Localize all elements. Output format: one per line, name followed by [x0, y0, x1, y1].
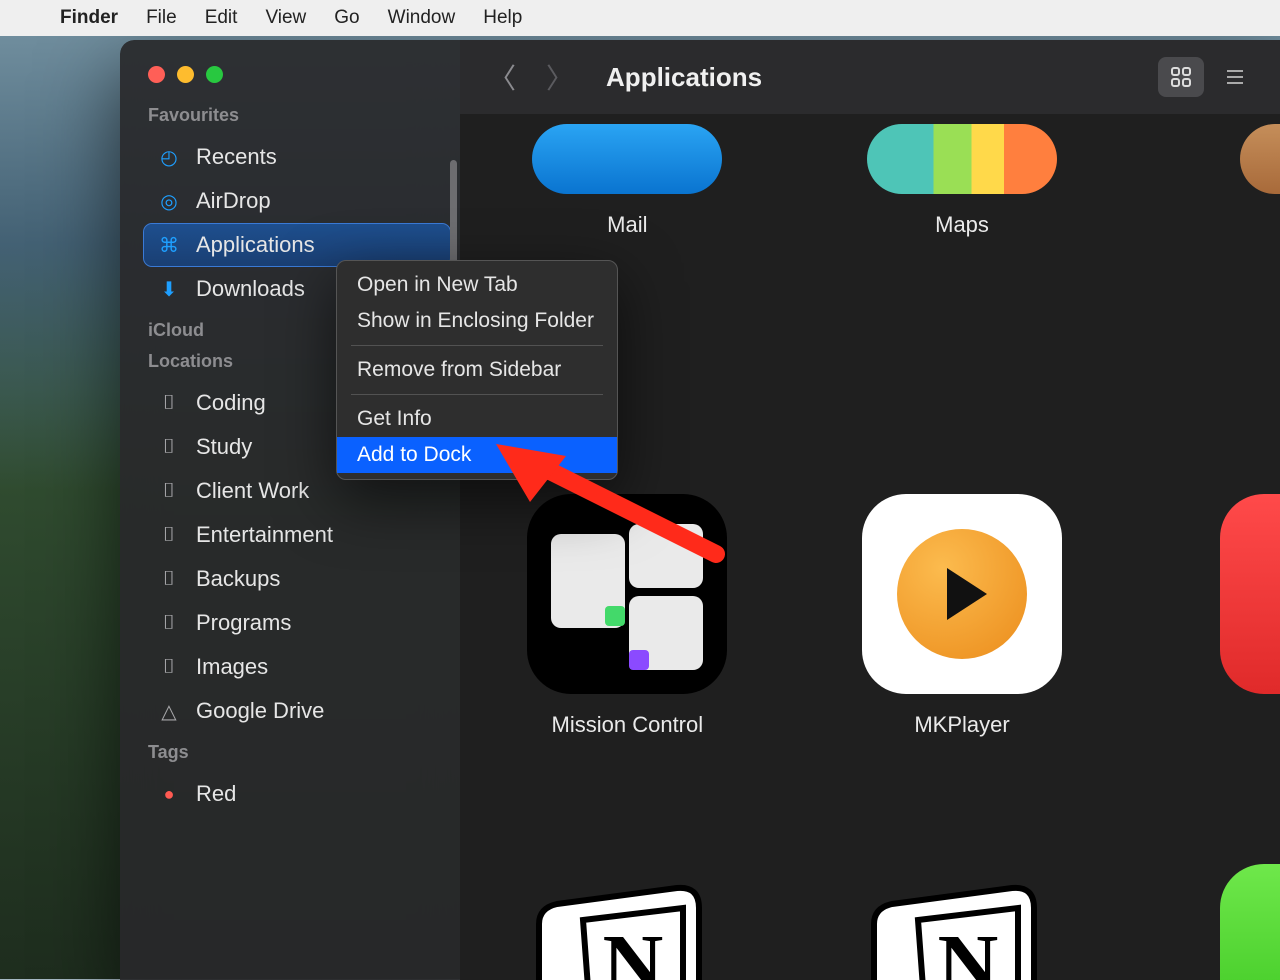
- notion-icon: N: [527, 864, 727, 980]
- menu-edit[interactable]: Edit: [205, 7, 238, 29]
- sidebar-item-label: Entertainment: [196, 522, 333, 548]
- sidebar-header-tags: Tags: [148, 742, 450, 763]
- back-button[interactable]: 〈: [482, 53, 522, 101]
- notion-icon: N: [862, 864, 1062, 980]
- unknown-app-icon: [1240, 124, 1280, 194]
- menu-view[interactable]: View: [265, 7, 306, 29]
- disk-icon: ⌷: [156, 436, 182, 459]
- sidebar-item-google-drive[interactable]: △ Google Drive: [144, 690, 450, 732]
- app-notion[interactable]: N Notion: [460, 864, 795, 980]
- app-label: MKPlayer: [914, 712, 1009, 738]
- clock-icon: ◴: [156, 145, 182, 170]
- applications-icon: ⌘: [156, 233, 182, 258]
- disk-icon: ⌷: [156, 656, 182, 679]
- sidebar-item-label: Applications: [196, 232, 315, 258]
- sidebar-item-label: Study: [196, 434, 252, 460]
- download-icon: ⬇: [156, 277, 182, 302]
- app-partial-right-2[interactable]: [1220, 494, 1280, 694]
- ctx-separator: [351, 394, 603, 395]
- sidebar-item-label: Downloads: [196, 276, 305, 302]
- sidebar-item-programs[interactable]: ⌷ Programs: [144, 602, 450, 644]
- ctx-get-info[interactable]: Get Info: [337, 401, 617, 437]
- svg-text:N: N: [603, 918, 664, 980]
- sidebar-item-backups[interactable]: ⌷ Backups: [144, 558, 450, 600]
- maps-icon: [867, 124, 1057, 194]
- menu-file[interactable]: File: [146, 7, 177, 29]
- sidebar-item-label: Recents: [196, 144, 277, 170]
- zoom-button[interactable]: [206, 66, 223, 83]
- close-button[interactable]: [148, 66, 165, 83]
- disk-icon: ⌷: [156, 612, 182, 635]
- ctx-separator: [351, 345, 603, 346]
- finder-toolbar: 〈 〉 Applications: [460, 40, 1280, 114]
- finder-sidebar: Favourites ◴ Recents ◎ AirDrop ⌘ Applica…: [120, 40, 460, 980]
- unknown-app-icon: [1220, 864, 1280, 980]
- minimize-button[interactable]: [177, 66, 194, 83]
- disk-icon: ⌷: [156, 568, 182, 591]
- sidebar-item-label: AirDrop: [196, 188, 271, 214]
- sidebar-item-airdrop[interactable]: ◎ AirDrop: [144, 180, 450, 222]
- sidebar-item-label: Google Drive: [196, 698, 324, 724]
- sidebar-item-label: Client Work: [196, 478, 309, 504]
- sidebar-section-tags: Tags ● Red: [144, 742, 450, 815]
- annotation-arrow: [486, 444, 726, 569]
- menu-help[interactable]: Help: [483, 7, 522, 29]
- gdrive-icon: △: [156, 699, 182, 724]
- menu-go[interactable]: Go: [334, 7, 359, 29]
- ctx-show-enclosing[interactable]: Show in Enclosing Folder: [337, 303, 617, 339]
- list-view-button[interactable]: [1212, 57, 1258, 97]
- grid-icon: [1169, 65, 1193, 89]
- list-icon: [1223, 65, 1247, 89]
- app-maps[interactable]: Maps: [795, 124, 1130, 238]
- disk-icon: ⌷: [156, 524, 182, 547]
- ctx-remove-sidebar[interactable]: Remove from Sidebar: [337, 352, 617, 388]
- app-label: Maps: [935, 212, 989, 238]
- sidebar-item-images[interactable]: ⌷ Images: [144, 646, 450, 688]
- tag-dot-icon: ●: [156, 784, 182, 805]
- sidebar-item-tag-red[interactable]: ● Red: [144, 773, 450, 815]
- ctx-open-new-tab[interactable]: Open in New Tab: [337, 267, 617, 303]
- window-title: Applications: [606, 62, 762, 93]
- app-partial-right-3[interactable]: [1220, 864, 1280, 980]
- window-controls: [148, 66, 450, 83]
- sidebar-item-label: Backups: [196, 566, 280, 592]
- app-mkplayer[interactable]: MKPlayer: [795, 494, 1130, 738]
- sidebar-item-label: Red: [196, 781, 236, 807]
- app-mail[interactable]: Mail: [460, 124, 795, 238]
- sidebar-item-recents[interactable]: ◴ Recents: [144, 136, 450, 178]
- app-notion-2[interactable]: N Notion 2: [795, 864, 1130, 980]
- app-label: Mail: [607, 212, 647, 238]
- disk-icon: ⌷: [156, 392, 182, 415]
- menubar: Finder File Edit View Go Window Help: [0, 0, 1280, 36]
- unknown-app-icon: [1220, 494, 1280, 694]
- sidebar-item-label: Coding: [196, 390, 266, 416]
- app-label: Mission Control: [552, 712, 704, 738]
- app-partial-right[interactable]: [1240, 124, 1280, 194]
- airdrop-icon: ◎: [156, 189, 182, 214]
- sidebar-item-label: Programs: [196, 610, 291, 636]
- sidebar-item-entertainment[interactable]: ⌷ Entertainment: [144, 514, 450, 556]
- disk-icon: ⌷: [156, 480, 182, 503]
- mkplayer-icon: [862, 494, 1062, 694]
- mail-icon: [532, 124, 722, 194]
- sidebar-item-label: Images: [196, 654, 268, 680]
- menu-window[interactable]: Window: [388, 7, 456, 29]
- icon-view-button[interactable]: [1158, 57, 1204, 97]
- svg-text:N: N: [938, 918, 999, 980]
- view-mode-toggle: [1158, 57, 1258, 97]
- menubar-app-name[interactable]: Finder: [60, 7, 118, 29]
- forward-button[interactable]: 〉: [540, 53, 580, 101]
- sidebar-header-favourites: Favourites: [148, 105, 450, 126]
